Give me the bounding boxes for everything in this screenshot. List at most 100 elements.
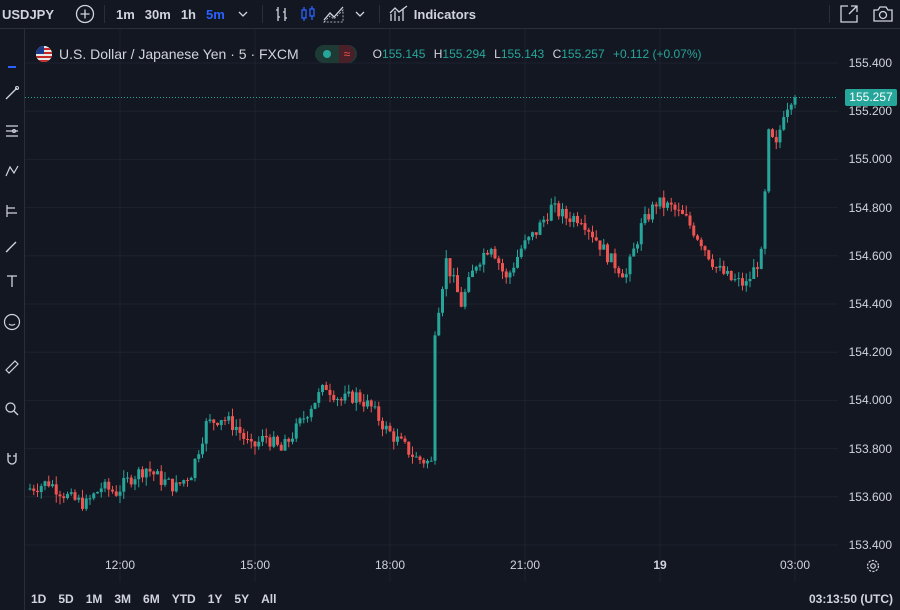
candle-body — [568, 218, 572, 223]
indicators-button[interactable]: Indicators — [412, 0, 476, 28]
trend-line-icon[interactable] — [0, 81, 24, 105]
market-status-badge[interactable]: ≈ — [314, 45, 357, 63]
range-6m[interactable]: 6M — [137, 592, 166, 606]
candle-body — [699, 239, 703, 247]
magnet-icon[interactable] — [0, 447, 24, 471]
candle-body — [703, 246, 707, 251]
timeframe-5m[interactable]: 5m — [201, 7, 230, 22]
candle-body — [489, 248, 493, 255]
range-5y[interactable]: 5Y — [228, 592, 255, 606]
chevron-down-icon[interactable] — [230, 0, 256, 28]
candle-body — [463, 291, 467, 307]
candle-body — [133, 479, 137, 485]
timeframe-1m[interactable]: 1m — [111, 7, 140, 22]
time-tick-label: 21:00 — [509, 558, 541, 572]
candle-body — [88, 498, 92, 500]
candle-body — [437, 312, 441, 336]
candle-body — [332, 394, 336, 400]
candle-body — [81, 497, 84, 509]
candle-body — [542, 219, 546, 223]
us-flag-icon — [36, 46, 52, 62]
candle-body — [28, 488, 32, 490]
candle-body — [752, 267, 756, 279]
fib-retracement-icon[interactable] — [0, 119, 24, 143]
candle-body — [669, 202, 673, 205]
ruler-icon[interactable] — [0, 355, 24, 379]
candle-body — [384, 425, 388, 430]
range-bar: 1D 5D 1M 3M 6M YTD 1Y 5Y All 03:13:50 (U… — [25, 588, 900, 610]
symbol-search[interactable]: USDJPY — [0, 0, 72, 28]
candle-body — [219, 420, 223, 426]
area-chart-type-icon[interactable] — [321, 0, 347, 28]
chart-title[interactable]: U.S. Dollar / Japanese Yen · 5 · FXCM — [59, 46, 299, 62]
candle-body — [242, 432, 246, 439]
price-chart[interactable] — [25, 29, 838, 582]
candle-body — [249, 439, 253, 442]
zoom-icon[interactable] — [0, 397, 24, 421]
bar-chart-type-icon[interactable] — [269, 0, 295, 28]
candle-body — [486, 252, 489, 255]
range-1y[interactable]: 1Y — [202, 592, 229, 606]
camera-icon[interactable] — [870, 0, 896, 28]
timeframe-30m[interactable]: 30m — [140, 7, 176, 22]
pattern-tool-icon[interactable] — [0, 159, 24, 183]
candle-body — [786, 109, 789, 118]
candle-body — [617, 268, 621, 274]
range-ytd[interactable]: YTD — [166, 592, 202, 606]
candles-chart-type-icon[interactable] — [295, 0, 321, 28]
range-5d[interactable]: 5D — [52, 592, 79, 606]
range-1d[interactable]: 1D — [25, 592, 52, 606]
range-1m[interactable]: 1M — [80, 592, 109, 606]
candle-body — [39, 486, 43, 493]
forecast-tool-icon[interactable] — [0, 199, 24, 223]
candle-body — [579, 223, 583, 225]
candle-body — [722, 265, 726, 274]
candle-body — [51, 484, 54, 487]
candle-body — [234, 426, 238, 430]
range-3m[interactable]: 3M — [108, 592, 137, 606]
candle-body — [77, 497, 81, 500]
candle-body — [73, 492, 77, 500]
candle-body — [767, 129, 771, 192]
indicators-icon[interactable] — [386, 0, 412, 28]
cursor-tool-icon[interactable] — [0, 51, 24, 75]
candle-body — [377, 406, 381, 421]
candle-body — [613, 253, 617, 269]
candle-body — [789, 104, 793, 110]
brush-icon[interactable] — [0, 234, 24, 258]
candle-body — [531, 232, 534, 237]
candle-body — [272, 436, 276, 447]
chart-settings-icon[interactable] — [866, 559, 880, 573]
fullscreen-icon[interactable] — [836, 0, 862, 28]
price-axis[interactable]: 155.400 155.200 155.000 154.800 154.600 154.4… — [838, 29, 900, 581]
price-tick-label: 153.800 — [848, 441, 892, 456]
candle-body — [204, 421, 208, 444]
time-tick-label: 03:00 — [779, 558, 811, 572]
utc-clock[interactable]: 03:13:50 (UTC) — [809, 592, 893, 606]
candle-body — [264, 435, 268, 438]
candle-body — [178, 482, 182, 484]
candle-body — [388, 425, 392, 432]
candle-body — [456, 275, 459, 293]
candle-body — [354, 392, 358, 403]
add-symbol-icon[interactable] — [72, 0, 98, 28]
emoji-icon[interactable] — [0, 310, 24, 334]
timeframe-1h[interactable]: 1h — [176, 7, 201, 22]
candle-body — [549, 204, 553, 221]
candle-body — [306, 417, 309, 419]
chevron-down-icon[interactable] — [347, 0, 373, 28]
candle-body — [54, 484, 58, 495]
toolbar-separator — [261, 5, 263, 23]
text-tool-icon[interactable] — [0, 269, 24, 293]
candle-body — [208, 419, 212, 422]
candle-body — [227, 416, 231, 421]
candle-body — [381, 420, 384, 430]
toolbar-separator — [104, 5, 105, 23]
candle-body — [564, 208, 568, 219]
price-tick-label: 153.400 — [848, 538, 892, 552]
range-all[interactable]: All — [255, 592, 282, 606]
candle-body — [684, 213, 688, 216]
candle-body — [279, 444, 283, 451]
candle-body — [602, 244, 606, 250]
time-tick-label: 19 — [653, 558, 667, 572]
